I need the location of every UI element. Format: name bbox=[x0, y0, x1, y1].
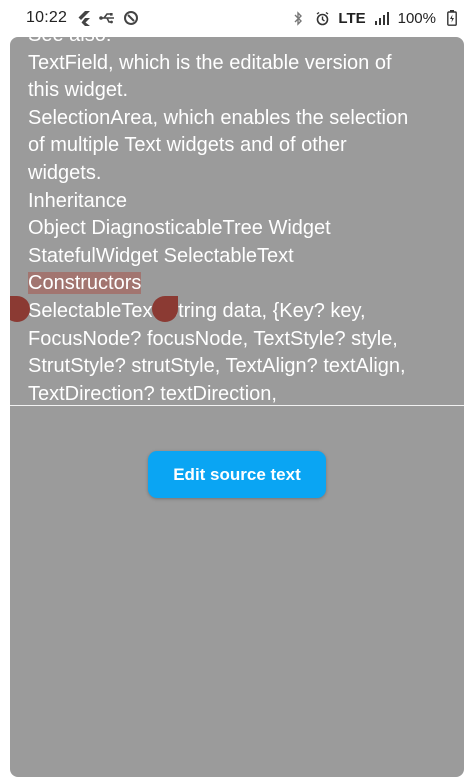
flutter-icon bbox=[75, 10, 91, 26]
text-line: StatefulWidget SelectableText bbox=[28, 244, 294, 267]
text-line: TextField, which is the editable version… bbox=[28, 51, 392, 74]
text-line-partial: See also: bbox=[28, 37, 458, 50]
text-line: of multiple Text widgets and of other bbox=[28, 134, 347, 157]
text-line: widgets. bbox=[28, 161, 102, 184]
status-time: 10:22 bbox=[26, 9, 68, 26]
selectable-text-area[interactable]: See also: TextField, which is the editab… bbox=[10, 37, 464, 405]
alarm-icon bbox=[314, 10, 330, 26]
selection-end-handle[interactable] bbox=[152, 296, 178, 322]
content-sheet: See also: TextField, which is the editab… bbox=[10, 37, 464, 777]
text-selection-highlight: Constructors bbox=[28, 272, 142, 295]
text-line: StrutStyle? strutStyle, TextAlign? textA… bbox=[28, 355, 406, 378]
network-type: LTE bbox=[338, 9, 366, 27]
battery-percent: 100% bbox=[397, 9, 436, 27]
text-line: Object DiagnosticableTree Widget bbox=[28, 217, 331, 240]
text-line-selected: Constructors bbox=[28, 270, 458, 298]
status-right: LTE 100% bbox=[290, 10, 460, 27]
text-line: SelectableText(String data, {Key? key, bbox=[28, 299, 366, 322]
text-line: TextDirection? textDirection, bbox=[28, 382, 277, 405]
status-bar: 10:22 LTE 100% bbox=[0, 0, 474, 36]
status-left: 10:22 bbox=[26, 9, 139, 27]
selectable-text[interactable]: See also: TextField, which is the editab… bbox=[28, 37, 458, 405]
text-line: SelectionArea, which enables the selecti… bbox=[28, 106, 409, 129]
edit-source-text-button[interactable]: Edit source text bbox=[148, 451, 326, 498]
usb-icon bbox=[99, 10, 115, 26]
sync-icon bbox=[123, 10, 139, 26]
selection-start-handle[interactable] bbox=[10, 296, 30, 322]
divider bbox=[10, 405, 464, 406]
text-line: Inheritance bbox=[28, 189, 127, 212]
bluetooth-icon bbox=[290, 10, 306, 26]
signal-icon bbox=[374, 10, 390, 26]
battery-icon bbox=[444, 10, 460, 26]
text-line: this widget. bbox=[28, 79, 129, 102]
text-line: FocusNode? focusNode, TextStyle? style, bbox=[28, 327, 398, 350]
